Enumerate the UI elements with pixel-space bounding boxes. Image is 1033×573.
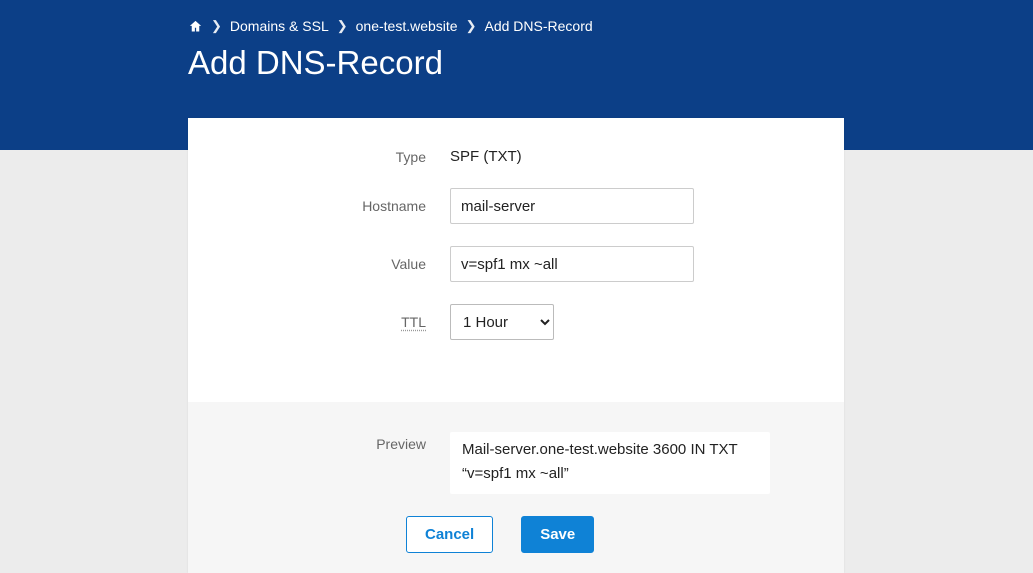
chevron-right-icon: ❯	[337, 18, 348, 34]
preview-section: Preview Mail-server.one-test.website 360…	[188, 402, 844, 573]
label-value: Value	[218, 256, 450, 272]
home-icon[interactable]	[188, 19, 203, 34]
breadcrumb-current: Add DNS-Record	[485, 18, 593, 34]
preview-line-2: “v=spf1 mx ~all”	[462, 462, 758, 486]
breadcrumb: ❯ Domains & SSL ❯ one-test.website ❯ Add…	[188, 18, 1033, 34]
row-ttl: TTL 1 Hour	[218, 304, 814, 340]
ttl-select[interactable]: 1 Hour	[450, 304, 554, 340]
chevron-right-icon: ❯	[211, 18, 222, 34]
preview-box: Mail-server.one-test.website 3600 IN TXT…	[450, 432, 770, 494]
label-hostname: Hostname	[218, 198, 450, 214]
preview-line-1: Mail-server.one-test.website 3600 IN TXT	[462, 438, 758, 462]
label-preview: Preview	[218, 432, 450, 452]
save-button[interactable]: Save	[521, 516, 594, 553]
breadcrumb-domain-name[interactable]: one-test.website	[356, 18, 458, 34]
label-type: Type	[218, 149, 450, 165]
breadcrumb-domains-ssl[interactable]: Domains & SSL	[230, 18, 329, 34]
row-hostname: Hostname	[218, 188, 814, 224]
form-card: Type SPF (TXT) Hostname Value TTL 1 Hour	[188, 118, 844, 573]
hostname-input[interactable]	[450, 188, 694, 224]
label-ttl: TTL	[218, 314, 450, 330]
cancel-button[interactable]: Cancel	[406, 516, 493, 553]
page-title: Add DNS-Record	[188, 44, 1033, 82]
value-input[interactable]	[450, 246, 694, 282]
row-value: Value	[218, 246, 814, 282]
chevron-right-icon: ❯	[466, 18, 477, 34]
row-type: Type SPF (TXT)	[218, 148, 814, 166]
type-value: SPF (TXT)	[450, 148, 522, 165]
